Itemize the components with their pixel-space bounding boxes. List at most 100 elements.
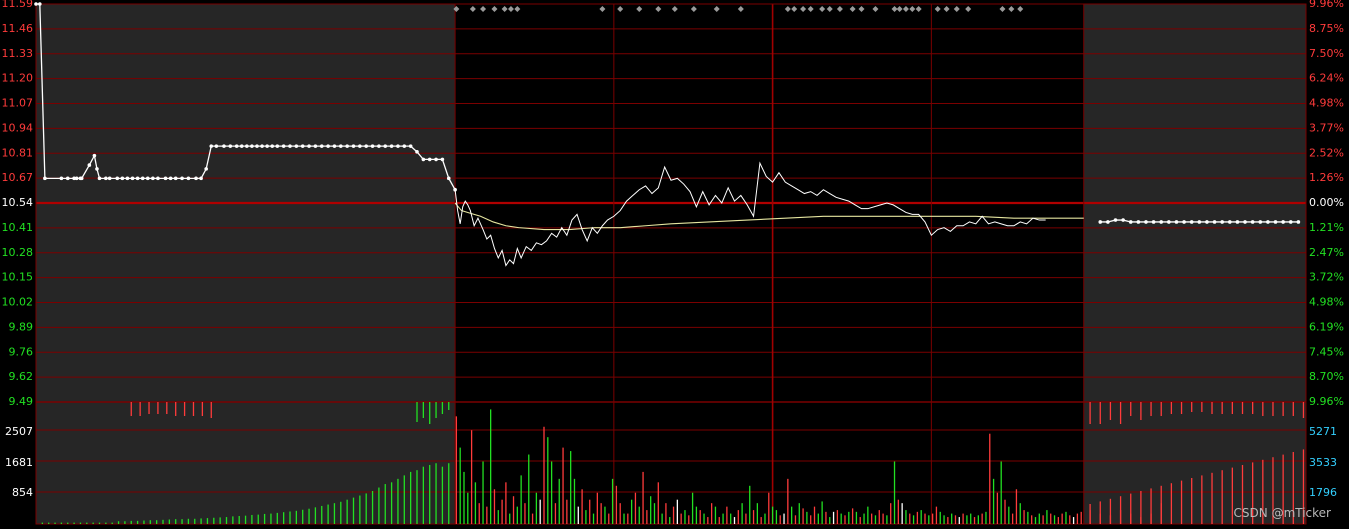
premarket-price-line-point [275,144,280,148]
premarket-price-line-point [288,144,292,148]
premarket-price-line-point [265,144,269,148]
premarket-price-line-point [421,157,426,162]
percent-tick-label: 6.24% [1309,72,1344,85]
premarket-price-line-point [65,176,70,181]
price-tick-label: 10.41 [2,221,34,234]
price-tick-label: 10.94 [2,121,34,134]
premarket-price-line-point [151,176,155,181]
percent-tick-label: 0.00% [1309,196,1344,209]
closing-auction-price-line-point [1174,220,1179,224]
percent-tick-label: 1.21% [1309,221,1344,234]
price-tick-label: 11.07 [2,97,34,110]
premarket-price-line-point [204,167,208,171]
premarket-price-line-point [408,144,413,148]
closing-auction-price-line-point [1159,220,1164,224]
volume-tick-label: 3533 [1309,456,1337,469]
volume-tick-label: 2507 [5,425,33,438]
price-tick-label: 11.20 [2,72,34,85]
percent-tick-label: 3.77% [1309,121,1344,134]
closing-auction-price-line-point [1098,220,1103,224]
premarket-price-line-point [125,176,130,181]
premarket-price-line-point [427,157,432,162]
premarket-price-line-point [339,144,343,148]
premarket-price-line-point [156,176,160,181]
percent-tick-label: 8.70% [1309,370,1344,383]
percent-tick-label: 2.52% [1309,146,1344,159]
percent-tick-label: 9.96% [1309,0,1344,10]
closing-auction-price-line-point [1281,220,1285,224]
premarket-price-line-point [104,176,108,181]
price-tick-label: 10.02 [2,296,34,309]
price-tick-label: 11.59 [2,0,34,10]
closing-auction-price-line-point [1128,220,1133,224]
premarket-price-line-point [43,176,47,181]
premarket-price-line-point [389,144,394,148]
premarket-price-line-point [163,176,168,181]
price-tick-label: 11.33 [2,47,34,60]
closing-auction-price-line-point [1243,220,1247,224]
price-tick-label: 9.62 [9,370,34,383]
price-tick-label: 9.49 [9,395,34,408]
volume-tick-label: 854 [12,486,33,499]
premarket-price-line-point [377,144,381,148]
premarket-price-line-point [222,144,226,148]
premarket-price-line-point [358,144,362,148]
volume-tick-label: 5271 [1309,425,1337,438]
closing-auction-price-line-point [1212,220,1217,224]
premarket-price-line-point [245,144,249,148]
closing-auction-price-line-point [1167,220,1171,224]
closing-auction-price-line-point [1220,220,1224,224]
premarket-price-line-point [383,144,388,148]
premarket-price-line-point [351,144,356,148]
closing-auction-price-line-point [1151,220,1156,224]
premarket-price-line-point [446,176,451,181]
premarket-price-line-point [434,157,438,162]
volume-axis-left: 2507 1681 854 [5,425,33,499]
premarket-price-line-point [107,176,112,181]
volume-axis-right: 5271 3533 1796 [1309,425,1337,499]
premarket-price-line-point [255,144,259,148]
closing-auction-price-line-point [1205,220,1209,224]
premarket-price-line-point [294,144,299,148]
closing-auction-price-line-point [1250,220,1255,224]
intraday-chart[interactable]: 11.59 11.46 11.33 11.20 11.07 10.94 10.81 10.67… [0,0,1349,529]
volume-tick-label: 1681 [5,456,33,469]
premarket-price-line-point [326,144,330,148]
premarket-price-line-point [87,163,92,167]
closing-auction-price-line-point [1296,220,1301,224]
closing-auction-price-line-point [1258,220,1263,224]
premarket-price-line-point [319,144,324,148]
premarket-price-line-point [186,176,191,181]
premarket-price-line-point [168,176,173,181]
premarket-price-line-point [281,144,286,148]
premarket-price-line-point [270,144,275,148]
price-tick-label: 9.89 [9,320,34,333]
premarket-price-line-point [115,176,120,181]
closing-auction-price-line-point [1106,220,1110,224]
price-tick-label: 10.54 [2,196,34,209]
watermark: CSDN @mTicker [1233,506,1331,520]
closing-auction-price-line-point [1144,220,1148,224]
premarket-price-line-point [214,144,219,148]
closing-auction-price-line-point [1113,218,1118,222]
closing-auction-price-line-point [1136,220,1141,224]
premarket-price-line-point [135,176,140,181]
premarket-price-line-point [307,144,311,148]
price-tick-label: 11.46 [2,22,34,35]
premarket-price-line-point [194,176,198,181]
price-tick-label: 10.81 [2,146,34,159]
premarket-price-line-point [140,176,145,181]
closing-auction-price-line-point [1121,218,1125,222]
percent-tick-label: 6.19% [1309,320,1344,333]
premarket-price-line-point [97,176,102,181]
volume-tick-label: 1796 [1309,486,1337,499]
premarket-price-line-point [38,2,42,6]
premarket-price-line-point [74,176,79,181]
premarket-price-line-point [402,144,407,148]
premarket-price-line-point [396,144,400,148]
closing-auction-price-line-point [1235,220,1240,224]
premarket-price-line-point [180,176,184,181]
premarket-price-line-point [145,176,150,181]
chart-backgrounds [36,4,1306,524]
region-auction [36,4,456,524]
